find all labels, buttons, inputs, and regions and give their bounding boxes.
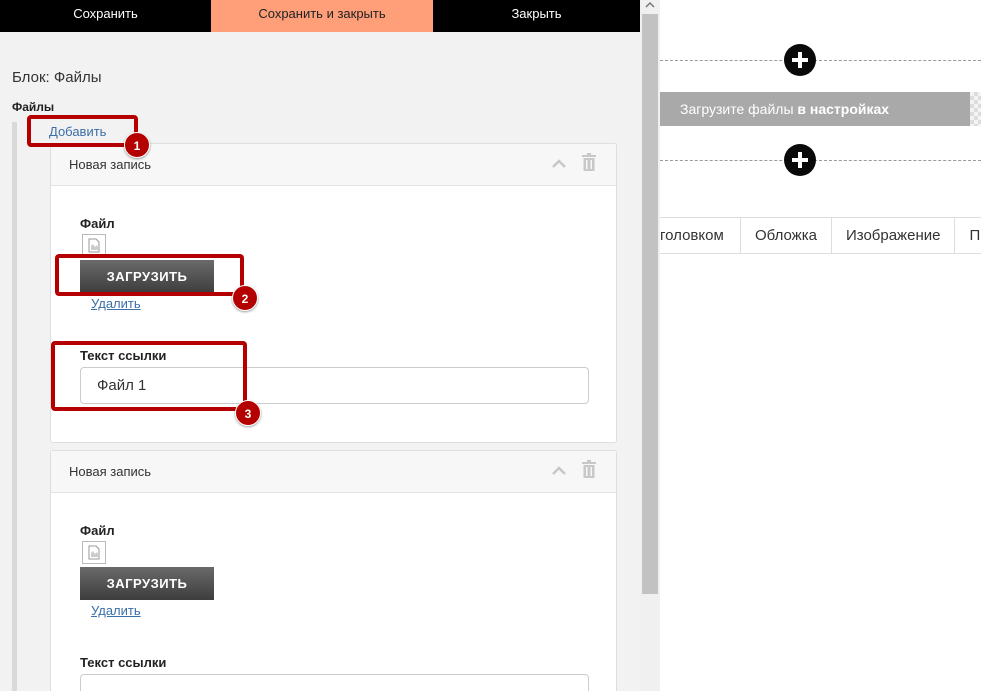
file-icon [82, 541, 106, 564]
chevron-up-icon[interactable] [552, 156, 566, 174]
tab-more[interactable]: П [955, 218, 981, 253]
toolbar: Сохранить Сохранить и закрыть Закрыть [0, 0, 640, 32]
vertical-scrollbar[interactable] [640, 0, 660, 691]
section-divider [660, 160, 981, 161]
section-label: Файлы [12, 100, 55, 114]
upload-prefix: Загрузите файлы [680, 101, 798, 117]
transparency-pattern [970, 92, 981, 126]
upload-button[interactable]: ЗАГРУЗИТЬ [80, 567, 214, 600]
section-indent-line [12, 122, 17, 691]
record-header: Новая запись [51, 451, 616, 493]
save-and-close-button[interactable]: Сохранить и закрыть [211, 0, 433, 32]
tab-image[interactable]: Изображение [832, 218, 956, 253]
record-title: Новая запись [69, 157, 152, 172]
block-title: Блок: Файлы [12, 69, 102, 86]
settings-link-text[interactable]: в настройках [797, 101, 889, 117]
upload-files-placeholder: Загрузите файлы в настройках [660, 92, 970, 126]
scrollbar-thumb[interactable] [642, 14, 658, 594]
link-text-input[interactable] [80, 674, 589, 691]
tab-with-heading[interactable]: головком [660, 218, 741, 253]
annotation-badge: 1 [124, 132, 150, 158]
annotation-badge: 2 [232, 285, 258, 311]
tab-cover[interactable]: Обложка [741, 218, 832, 253]
annotation-badge: 3 [235, 400, 261, 426]
column-tabs: головком Обложка Изображение П [660, 217, 981, 254]
delete-file-link[interactable]: Удалить [91, 296, 141, 311]
delete-file-link[interactable]: Удалить [91, 603, 141, 618]
record-title: Новая запись [69, 464, 152, 479]
section-divider [660, 60, 981, 61]
file-field-label: Файл [80, 523, 115, 538]
trash-icon[interactable] [582, 460, 596, 478]
app-root: Сохранить Сохранить и закрыть Закрыть Бл… [0, 0, 981, 691]
page-preview: Загрузите файлы в настройках головком Об… [660, 0, 981, 691]
trash-icon[interactable] [582, 153, 596, 171]
annotation-highlight [27, 115, 138, 147]
plus-icon[interactable] [784, 144, 816, 176]
annotation-highlight [55, 254, 244, 296]
plus-icon[interactable] [784, 44, 816, 76]
chevron-up-icon[interactable] [552, 463, 566, 481]
save-button[interactable]: Сохранить [0, 0, 211, 32]
record-card: Новая запись Файл ЗАГРУЗИТЬ Удалить Текс… [50, 450, 617, 691]
editor-panel: Сохранить Сохранить и закрыть Закрыть Бл… [0, 0, 640, 691]
annotation-highlight [51, 341, 247, 411]
link-text-label: Текст ссылки [80, 655, 167, 670]
file-field-label: Файл [80, 216, 115, 231]
scroll-up-arrow-icon[interactable] [645, 0, 655, 12]
close-button[interactable]: Закрыть [433, 0, 640, 32]
